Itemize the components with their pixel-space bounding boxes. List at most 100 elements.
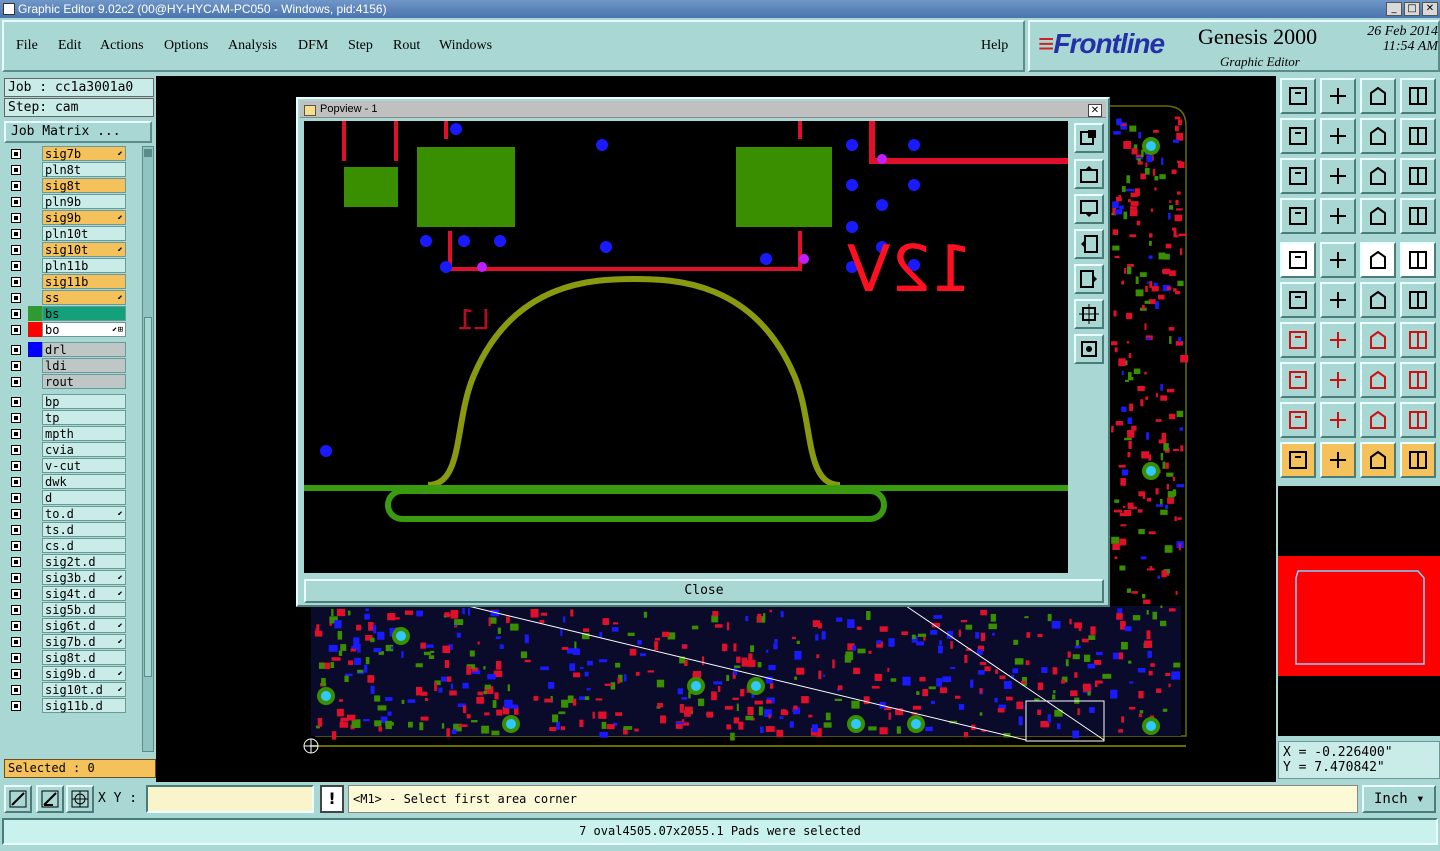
layer-checkbox[interactable] <box>11 293 21 303</box>
layer-name[interactable]: ts.d <box>42 522 126 537</box>
menu-analysis[interactable]: Analysis <box>228 38 277 54</box>
layer-checkbox[interactable] <box>11 245 21 255</box>
layer-name[interactable]: pln10t <box>42 226 126 241</box>
layer-row[interactable]: bo ⬋⊞ <box>6 322 140 337</box>
tri-icon[interactable] <box>1280 402 1316 438</box>
layer-name[interactable]: cvia <box>42 442 126 457</box>
layer-name[interactable]: sig2t.d <box>42 554 126 569</box>
menu-step[interactable]: Step <box>348 38 373 54</box>
popview-canvas[interactable]: 12V L1 <box>304 121 1068 573</box>
window-icon[interactable] <box>1400 78 1436 114</box>
layer-name[interactable]: sig4t.d ⬋ <box>42 586 126 601</box>
layer-row[interactable]: sig9b ⬋ <box>6 210 140 225</box>
layer-name[interactable]: sig8t.d <box>42 650 126 665</box>
dim-icon[interactable] <box>1360 362 1396 398</box>
popview-pan-right-icon[interactable] <box>1074 264 1104 294</box>
zoom-area-icon[interactable] <box>4 785 32 813</box>
popview-close-button[interactable]: Close <box>304 579 1104 603</box>
layer-row[interactable]: sig4t.d ⬋ <box>6 586 140 601</box>
fit-icon[interactable] <box>1280 158 1316 194</box>
layer-checkbox[interactable] <box>11 621 21 631</box>
layer-color-swatch[interactable] <box>28 342 42 357</box>
layer-checkbox[interactable] <box>11 573 21 583</box>
undo-icon[interactable] <box>1360 322 1396 358</box>
layer-row[interactable]: dwk <box>6 474 140 489</box>
node-icon[interactable] <box>1280 282 1316 318</box>
layer-name[interactable]: sig11b <box>42 274 126 289</box>
popview-close-icon[interactable]: ✕ <box>1088 104 1102 117</box>
menu-options[interactable]: Options <box>164 38 208 54</box>
layer-checkbox[interactable] <box>11 445 21 455</box>
layer-name[interactable]: tp <box>42 410 126 425</box>
layer-row[interactable]: sig11b <box>6 274 140 289</box>
layer-name[interactable]: pln9b <box>42 194 126 209</box>
right-icon[interactable] <box>1320 118 1356 154</box>
menu-file[interactable]: File <box>16 38 38 54</box>
grid-snap-icon[interactable] <box>66 785 94 813</box>
popview-fit-icon[interactable] <box>1074 299 1104 329</box>
layer-name[interactable]: ss ⬋ <box>42 290 126 305</box>
menu-edit[interactable]: Edit <box>58 38 81 54</box>
layer-name[interactable]: sig9b.d ⬋ <box>42 666 126 681</box>
layer-checkbox[interactable] <box>11 653 21 663</box>
layer-checkbox[interactable] <box>11 261 21 271</box>
layer-row[interactable]: sig7b.d ⬋ <box>6 634 140 649</box>
flip-icon[interactable] <box>1400 118 1436 154</box>
layer-checkbox[interactable] <box>11 685 21 695</box>
menu-dfm[interactable]: DFM <box>298 38 328 54</box>
home-icon[interactable] <box>1360 78 1396 114</box>
layer-checkbox[interactable] <box>11 701 21 711</box>
pointer-icon[interactable] <box>1280 242 1316 278</box>
menu-windows[interactable]: Windows <box>439 38 492 54</box>
layer-name[interactable]: rout <box>42 374 126 389</box>
cross-icon[interactable] <box>1320 282 1356 318</box>
angle-icon[interactable] <box>1280 322 1316 358</box>
layer-name[interactable]: sig11b.d <box>42 698 126 713</box>
tool-icon[interactable] <box>1280 198 1316 234</box>
layer-checkbox[interactable] <box>11 605 21 615</box>
layer-scrollbar[interactable] <box>142 146 154 752</box>
layer-name[interactable]: pln8t <box>42 162 126 177</box>
layer-name[interactable]: to.d ⬋ <box>42 506 126 521</box>
slope-icon[interactable] <box>1320 322 1356 358</box>
ruler-icon[interactable] <box>1360 242 1396 278</box>
layer-row[interactable]: v-cut <box>6 458 140 473</box>
maximize-button[interactable]: □ <box>1404 2 1420 16</box>
layer-row[interactable]: sig11b.d <box>6 698 140 713</box>
layer-row[interactable]: cvia <box>6 442 140 457</box>
layer-row[interactable]: bs <box>6 306 140 321</box>
text-icon[interactable] <box>1400 322 1436 358</box>
select-box-icon[interactable] <box>1320 442 1356 478</box>
layer-row[interactable]: sig8t <box>6 178 140 193</box>
layer-checkbox[interactable] <box>11 229 21 239</box>
layer-name[interactable]: ldi <box>42 358 126 373</box>
alert-icon[interactable]: ! <box>320 785 344 813</box>
layer-row[interactable]: ldi <box>6 358 140 373</box>
layer-checkbox[interactable] <box>11 277 21 287</box>
line-icon[interactable] <box>1320 242 1356 278</box>
layer-name[interactable]: cs.d <box>42 538 126 553</box>
popview-zoom-icon[interactable] <box>1074 123 1104 153</box>
left-icon[interactable] <box>1280 118 1316 154</box>
layer-row[interactable]: sig5b.d <box>6 602 140 617</box>
arc-icon[interactable] <box>1360 282 1396 318</box>
layer-checkbox[interactable] <box>11 429 21 439</box>
layer-name[interactable]: sig6t.d ⬋ <box>42 618 126 633</box>
job-matrix-button[interactable]: Job Matrix ... <box>4 121 152 143</box>
unit-selector[interactable]: Inch ▾ <box>1362 785 1436 813</box>
pad-icon[interactable] <box>1400 242 1436 278</box>
layer-row[interactable]: tp <box>6 410 140 425</box>
layer-row[interactable]: pln9b <box>6 194 140 209</box>
layer-checkbox[interactable] <box>11 413 21 423</box>
layer-row[interactable]: pln11b <box>6 258 140 273</box>
layer-row[interactable]: ts.d <box>6 522 140 537</box>
layer-row[interactable]: pln10t <box>6 226 140 241</box>
layer-row[interactable]: drl <box>6 342 140 357</box>
center-icon[interactable] <box>1320 158 1356 194</box>
tri-b-icon[interactable] <box>1320 402 1356 438</box>
layer-checkbox[interactable] <box>11 461 21 471</box>
tri-c-icon[interactable] <box>1360 402 1396 438</box>
layer-name[interactable]: sig9b ⬋ <box>42 210 126 225</box>
layer-name[interactable]: sig7b.d ⬋ <box>42 634 126 649</box>
pin-icon[interactable] <box>1280 362 1316 398</box>
